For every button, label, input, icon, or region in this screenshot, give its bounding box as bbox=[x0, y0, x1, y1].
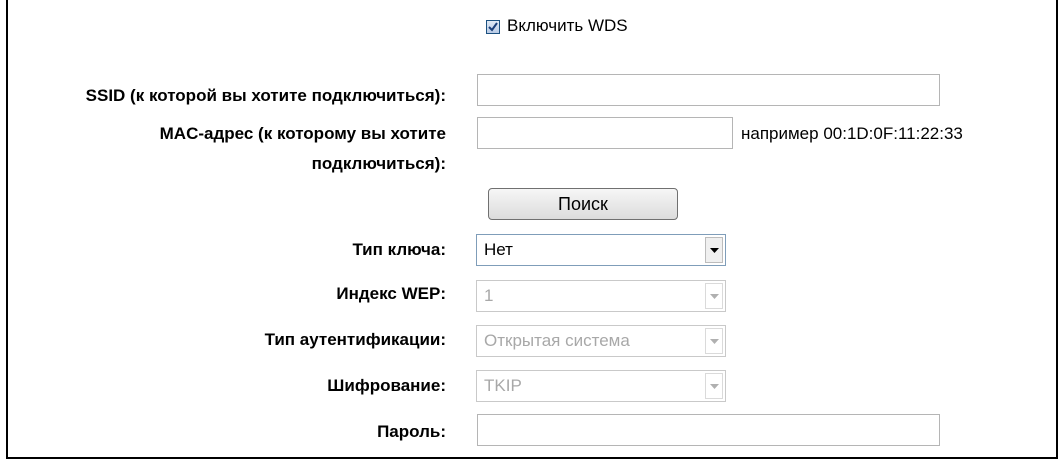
key-type-value: Нет bbox=[484, 240, 513, 259]
encryption-label: Шифрование: bbox=[327, 376, 446, 395]
enable-wds-label: Включить WDS bbox=[507, 16, 628, 35]
check-icon bbox=[488, 22, 498, 32]
auth-type-label: Тип аутентификации: bbox=[264, 330, 446, 349]
encryption-value: TKIP bbox=[484, 376, 522, 395]
mac-label-line2: подключиться): bbox=[311, 154, 446, 173]
ssid-label: SSID (к которой вы хотите подключиться): bbox=[85, 86, 446, 105]
ssid-input[interactable] bbox=[477, 74, 940, 106]
wep-index-label: Индекс WEP: bbox=[336, 284, 446, 303]
wep-index-select: 1 bbox=[476, 280, 726, 312]
mac-address-input[interactable] bbox=[477, 117, 733, 149]
password-input[interactable] bbox=[477, 414, 940, 446]
auth-type-select: Открытая система bbox=[476, 325, 726, 357]
chevron-down-icon bbox=[705, 328, 723, 354]
key-type-label: Тип ключа: bbox=[352, 240, 446, 259]
auth-type-value: Открытая система bbox=[484, 331, 630, 350]
wep-index-value: 1 bbox=[484, 286, 494, 305]
mac-label-line1: MAC-адрес (к которому вы хотите bbox=[159, 124, 446, 143]
search-button[interactable]: Поиск bbox=[488, 188, 678, 220]
chevron-down-icon[interactable] bbox=[705, 237, 723, 263]
enable-wds-checkbox[interactable] bbox=[486, 20, 500, 34]
chevron-down-icon bbox=[705, 283, 723, 309]
mac-address-hint: например 00:1D:0F:11:22:33 bbox=[741, 124, 963, 143]
chevron-down-icon bbox=[705, 373, 723, 399]
password-label: Пароль: bbox=[377, 422, 446, 441]
key-type-select[interactable]: Нет bbox=[476, 234, 726, 266]
encryption-select: TKIP bbox=[476, 370, 726, 402]
